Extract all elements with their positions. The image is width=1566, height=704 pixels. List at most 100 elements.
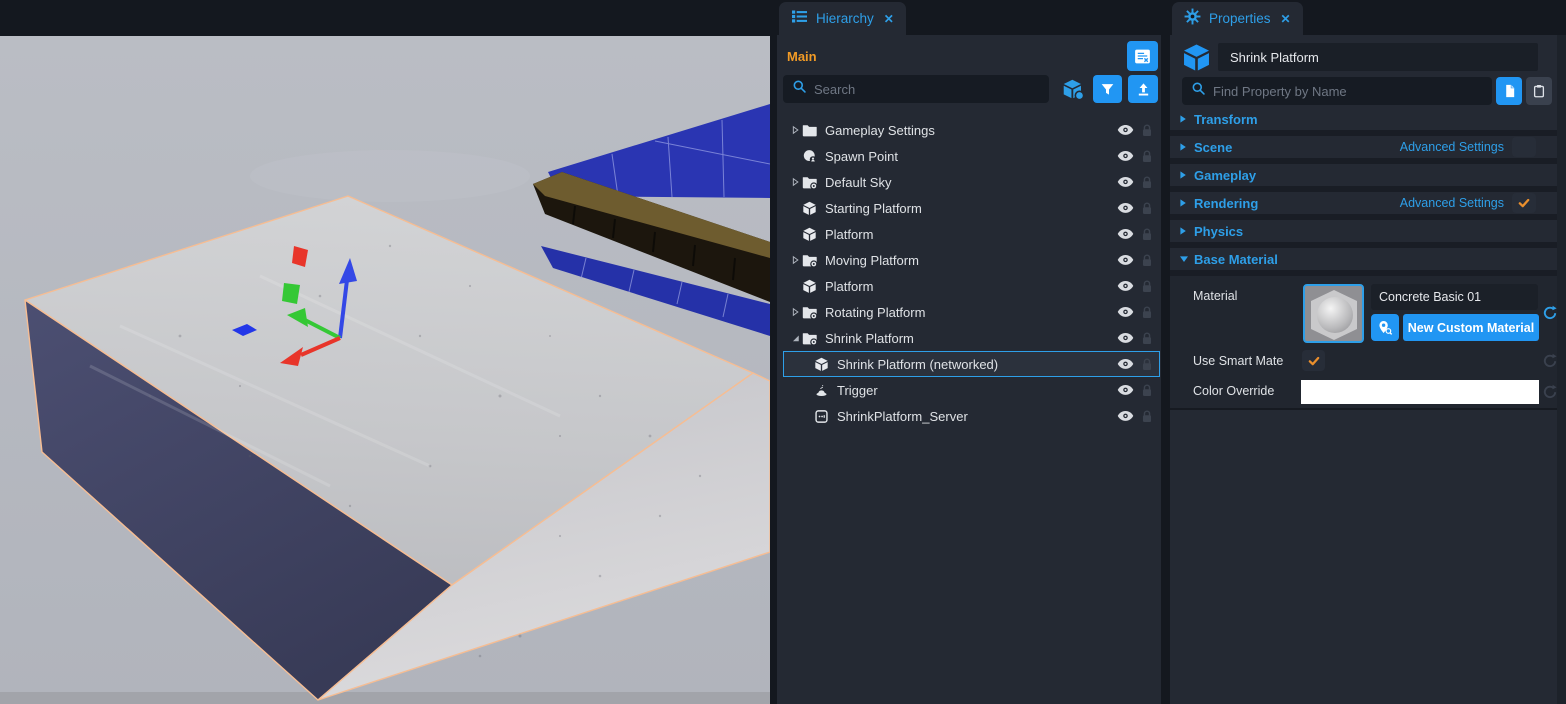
section-collapsed-arrow-icon[interactable] [1179, 170, 1191, 180]
visibility-eye-icon[interactable] [1117, 202, 1134, 214]
section-collapsed-arrow-icon[interactable] [1179, 142, 1191, 152]
locate-material-button[interactable] [1371, 314, 1399, 341]
visibility-eye-icon[interactable] [1117, 306, 1134, 318]
visibility-eye-icon[interactable] [1117, 280, 1134, 292]
folder-gear-icon [802, 252, 819, 269]
lock-icon[interactable] [1141, 227, 1153, 242]
tree-item-starting-platform[interactable]: Starting Platform [783, 195, 1160, 221]
tree-item-gameplay-settings[interactable]: Gameplay Settings [783, 117, 1160, 143]
property-search[interactable] [1182, 77, 1492, 105]
lock-icon[interactable] [1141, 201, 1153, 216]
advanced-settings-checkbox[interactable] [1512, 193, 1536, 213]
tree-item-label: Platform [825, 227, 873, 242]
lock-icon[interactable] [1141, 253, 1153, 268]
expand-arrow-icon[interactable] [788, 254, 802, 266]
paste-properties-button[interactable] [1526, 77, 1552, 105]
copy-properties-button[interactable] [1496, 77, 1522, 105]
lock-icon[interactable] [1141, 149, 1153, 164]
tree-item-shrink-platform[interactable]: Shrink Platform [783, 325, 1160, 351]
lock-icon[interactable] [1141, 123, 1153, 138]
tree-item-shrinkplatform-server[interactable]: ShrinkPlatform_Server [783, 403, 1160, 429]
use-smart-material-checkbox[interactable] [1302, 350, 1325, 371]
visibility-eye-icon[interactable] [1117, 150, 1134, 162]
tree-item-controls [1117, 279, 1159, 294]
cube-icon [814, 356, 831, 373]
advanced-settings: Advanced Settings [1400, 193, 1558, 213]
section-expanded-arrow-icon[interactable] [1179, 255, 1191, 263]
advanced-settings-checkbox[interactable] [1512, 137, 1536, 157]
tree-item-platform[interactable]: Platform [783, 221, 1160, 247]
section-scene[interactable]: SceneAdvanced Settings [1170, 136, 1558, 158]
section-physics[interactable]: Physics [1170, 220, 1558, 242]
property-search-input[interactable] [1213, 84, 1483, 99]
tree-item-moving-platform[interactable]: Moving Platform [783, 247, 1160, 273]
tree-item-label: ShrinkPlatform_Server [837, 409, 968, 424]
object-cube-icon [1182, 43, 1211, 72]
object-name-field[interactable] [1218, 43, 1538, 71]
tree-item-platform[interactable]: Platform [783, 273, 1160, 299]
viewport-3d[interactable] [0, 36, 770, 704]
lock-icon[interactable] [1141, 409, 1153, 424]
section-collapsed-arrow-icon[interactable] [1179, 114, 1191, 124]
tab-hierarchy[interactable]: Hierarchy ✕ [779, 2, 906, 35]
section-rendering[interactable]: RenderingAdvanced Settings [1170, 192, 1558, 214]
visibility-eye-icon[interactable] [1117, 124, 1134, 136]
reset-material-icon[interactable] [1542, 305, 1558, 321]
lock-icon[interactable] [1141, 305, 1153, 320]
lock-icon[interactable] [1141, 331, 1153, 346]
expand-arrow-none [788, 280, 802, 292]
cube-icon [802, 200, 819, 217]
new-custom-material-button[interactable]: New Custom Material [1403, 314, 1539, 341]
visibility-eye-icon[interactable] [1117, 228, 1134, 240]
lock-icon[interactable] [1141, 357, 1153, 372]
reset-color-override-icon[interactable] [1542, 384, 1558, 400]
lock-icon[interactable] [1141, 175, 1153, 190]
hierarchy-search[interactable] [783, 75, 1049, 103]
gear-icon [1184, 8, 1201, 30]
tree-item-default-sky[interactable]: Default Sky [783, 169, 1160, 195]
hierarchy-list-icon [791, 9, 808, 29]
filter-button[interactable] [1093, 75, 1122, 103]
visibility-eye-icon[interactable] [1117, 410, 1134, 422]
tree-item-label: Rotating Platform [825, 305, 925, 320]
tree-item-spawn-point[interactable]: Spawn Point [783, 143, 1160, 169]
visibility-eye-icon[interactable] [1117, 332, 1134, 344]
properties-scrollbar[interactable] [1557, 35, 1566, 704]
visibility-eye-icon[interactable] [1117, 358, 1134, 370]
material-label: Material [1193, 289, 1237, 303]
hierarchy-close-icon[interactable]: ✕ [884, 12, 894, 26]
tree-item-shrink-platform-networked[interactable]: Shrink Platform (networked) [783, 351, 1160, 377]
expand-arrow-icon[interactable] [788, 176, 802, 188]
tab-properties[interactable]: Properties ✕ [1172, 2, 1303, 35]
material-thumbnail[interactable] [1303, 284, 1364, 343]
properties-close-icon[interactable]: ✕ [1281, 12, 1291, 26]
tree-item-controls [1117, 409, 1159, 424]
world-slate-button[interactable] [1127, 41, 1158, 71]
reset-smart-material-icon[interactable] [1542, 353, 1558, 369]
tree-item-rotating-platform[interactable]: Rotating Platform [783, 299, 1160, 325]
section-collapsed-arrow-icon[interactable] [1179, 198, 1191, 208]
expand-arrow-icon[interactable] [788, 306, 802, 318]
visibility-eye-icon[interactable] [1117, 384, 1134, 396]
section-transform[interactable]: Transform [1170, 108, 1558, 130]
cube-icon [802, 278, 819, 295]
visibility-eye-icon[interactable] [1117, 176, 1134, 188]
hierarchy-search-input[interactable] [814, 82, 1040, 97]
hierarchy-body: Main [777, 35, 1161, 704]
color-override-swatch[interactable] [1301, 380, 1539, 404]
tree-item-label: Moving Platform [825, 253, 919, 268]
add-object-icon[interactable] [1062, 78, 1085, 101]
upload-button[interactable] [1128, 75, 1158, 103]
expand-arrow-icon[interactable] [788, 124, 802, 136]
lock-icon[interactable] [1141, 383, 1153, 398]
section-base-material[interactable]: Base Material [1170, 248, 1558, 270]
material-name-chip[interactable]: Concrete Basic 01 [1371, 284, 1538, 310]
trigger-icon [814, 382, 831, 399]
visibility-eye-icon[interactable] [1117, 254, 1134, 266]
section-gameplay[interactable]: Gameplay [1170, 164, 1558, 186]
tree-item-trigger[interactable]: Trigger [783, 377, 1160, 403]
lock-icon[interactable] [1141, 279, 1153, 294]
expand-arrow-icon[interactable] [788, 332, 802, 344]
section-label: Base Material [1194, 252, 1278, 267]
section-collapsed-arrow-icon[interactable] [1179, 226, 1191, 236]
